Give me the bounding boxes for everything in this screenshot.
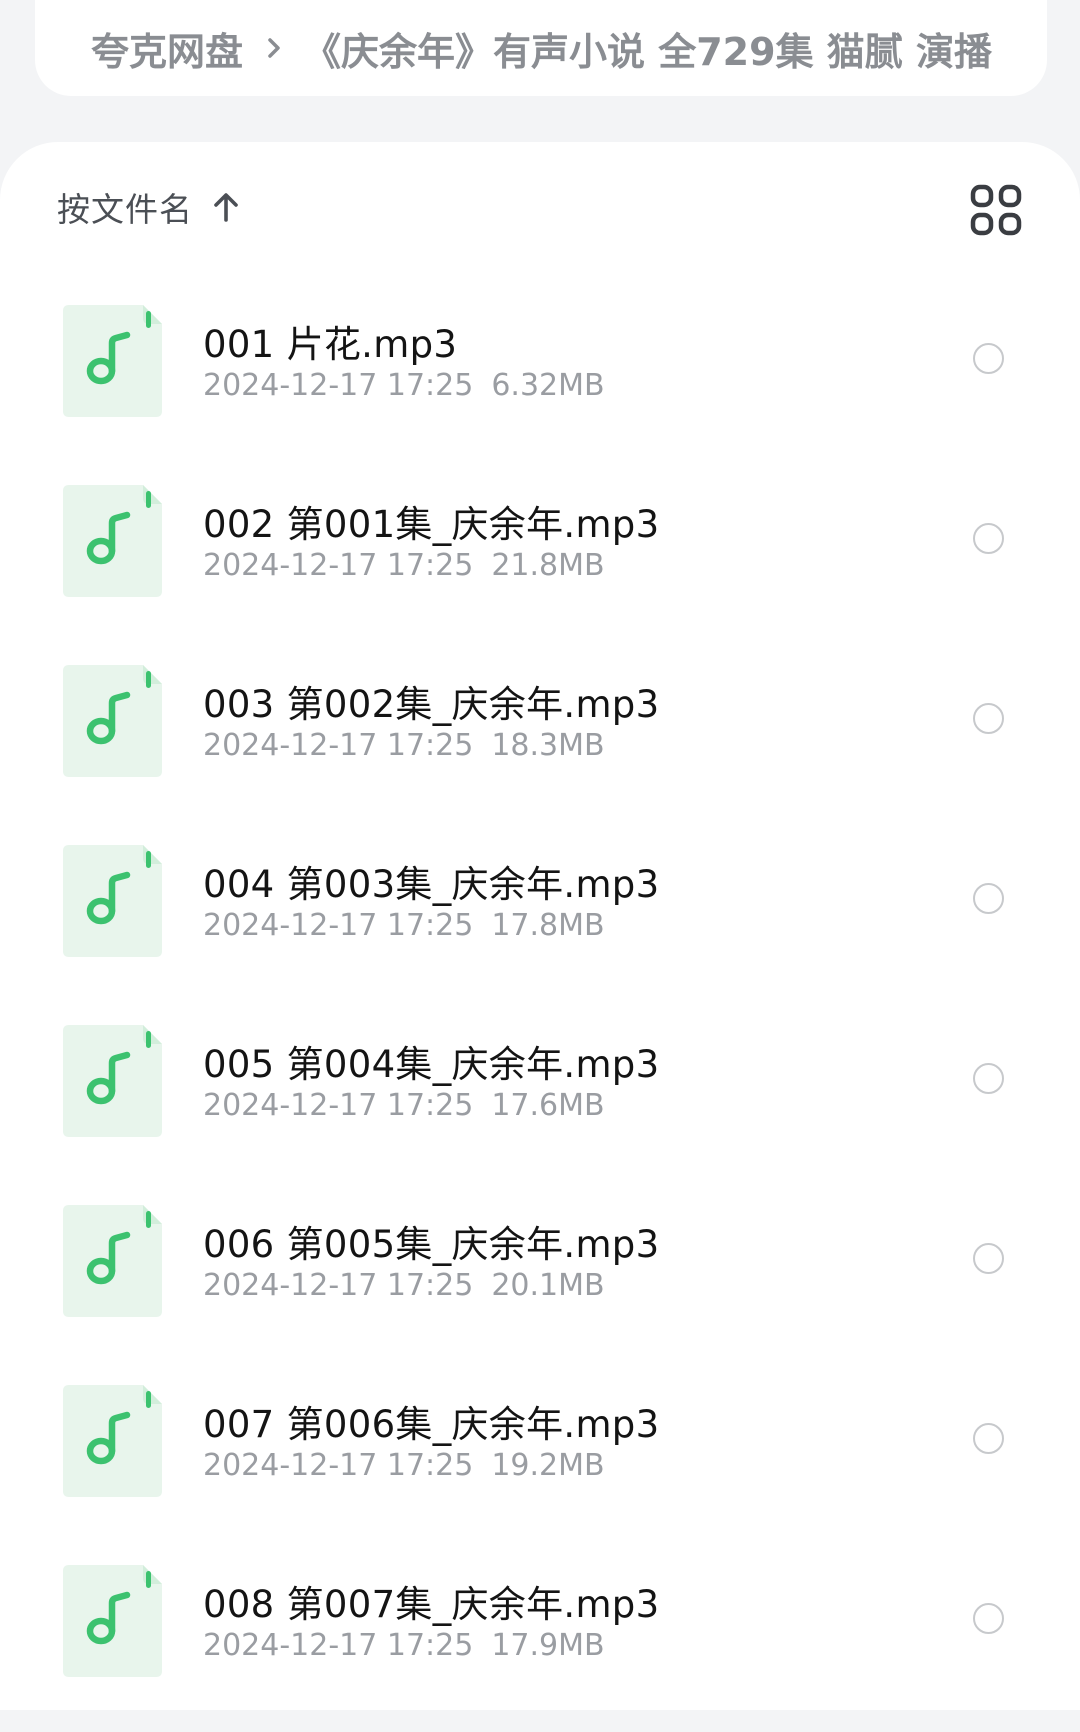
file-name: 007 第006集_庆余年.mp3 <box>203 1403 660 1446</box>
audio-file-icon <box>63 485 162 597</box>
breadcrumb-root-link[interactable]: 夸克网盘 <box>91 21 243 76</box>
audio-file-icon <box>63 1025 162 1137</box>
file-date: 2024-12-17 17:25 <box>203 1628 474 1663</box>
select-radio[interactable] <box>973 1063 1004 1094</box>
grid-view-icon[interactable] <box>970 184 1022 236</box>
select-radio[interactable] <box>973 1243 1004 1274</box>
file-date: 2024-12-17 17:25 <box>203 368 474 403</box>
audio-file-icon <box>63 1205 162 1317</box>
file-meta: 2024-12-17 17:25 17.6MB <box>203 1088 605 1123</box>
file-name: 001 片花.mp3 <box>203 323 458 366</box>
audio-file-icon <box>63 305 162 417</box>
select-radio[interactable] <box>973 523 1004 554</box>
file-size: 17.8MB <box>491 908 605 943</box>
list-toolbar: 按文件名 <box>0 142 1080 272</box>
sort-by-name-button[interactable]: 按文件名 <box>57 182 239 232</box>
file-name: 002 第001集_庆余年.mp3 <box>203 503 660 546</box>
select-radio[interactable] <box>973 1423 1004 1454</box>
file-meta: 2024-12-17 17:25 18.3MB <box>203 728 605 763</box>
select-radio[interactable] <box>973 703 1004 734</box>
file-size: 17.6MB <box>491 1088 605 1123</box>
file-row[interactable]: 006 第005集_庆余年.mp3 2024-12-17 17:25 20.1MB <box>0 1192 1080 1372</box>
audio-file-icon <box>63 1565 162 1677</box>
file-date: 2024-12-17 17:25 <box>203 1448 474 1483</box>
breadcrumb-current-folder: 《庆余年》有声小说 全729集 猫腻 演播 <box>303 29 993 74</box>
audio-file-icon <box>63 1385 162 1497</box>
chevron-right-icon <box>267 36 281 60</box>
file-size: 6.32MB <box>491 368 605 403</box>
file-date: 2024-12-17 17:25 <box>203 548 474 583</box>
file-date: 2024-12-17 17:25 <box>203 728 474 763</box>
file-size: 17.9MB <box>491 1628 605 1663</box>
file-row[interactable]: 001 片花.mp3 2024-12-17 17:25 6.32MB <box>0 292 1080 472</box>
select-radio[interactable] <box>973 883 1004 914</box>
file-row[interactable]: 007 第006集_庆余年.mp3 2024-12-17 17:25 19.2MB <box>0 1372 1080 1552</box>
file-size: 21.8MB <box>491 548 605 583</box>
file-size: 18.3MB <box>491 728 605 763</box>
file-meta: 2024-12-17 17:25 19.2MB <box>203 1448 605 1483</box>
file-meta: 2024-12-17 17:25 21.8MB <box>203 548 605 583</box>
sort-label: 按文件名 <box>57 190 193 229</box>
file-list: 001 片花.mp3 2024-12-17 17:25 6.32MB 002 第001… <box>0 292 1080 1732</box>
file-name: 005 第004集_庆余年.mp3 <box>203 1043 660 1086</box>
file-name: 006 第005集_庆余年.mp3 <box>203 1223 660 1266</box>
file-name: 003 第002集_庆余年.mp3 <box>203 683 660 726</box>
file-row[interactable]: 008 第007集_庆余年.mp3 2024-12-17 17:25 17.9MB <box>0 1552 1080 1732</box>
breadcrumb: 夸克网盘 《庆余年》有声小说 全729集 猫腻 演播 <box>35 0 1047 96</box>
file-meta: 2024-12-17 17:25 20.1MB <box>203 1268 605 1303</box>
file-meta: 2024-12-17 17:25 17.8MB <box>203 908 605 943</box>
file-size: 20.1MB <box>491 1268 605 1303</box>
file-date: 2024-12-17 17:25 <box>203 1088 474 1123</box>
file-name: 008 第007集_庆余年.mp3 <box>203 1583 660 1626</box>
file-row[interactable]: 003 第002集_庆余年.mp3 2024-12-17 17:25 18.3MB <box>0 652 1080 832</box>
file-date: 2024-12-17 17:25 <box>203 908 474 943</box>
file-size: 19.2MB <box>491 1448 605 1483</box>
file-row[interactable]: 004 第003集_庆余年.mp3 2024-12-17 17:25 17.8MB <box>0 832 1080 1012</box>
arrow-up-icon <box>213 192 239 222</box>
file-panel: 按文件名 001 片花.mp3 2024-12-17 17:25 6.32MB 002… <box>0 142 1080 1710</box>
audio-file-icon <box>63 845 162 957</box>
file-meta: 2024-12-17 17:25 6.32MB <box>203 368 605 403</box>
file-name: 004 第003集_庆余年.mp3 <box>203 863 660 906</box>
select-radio[interactable] <box>973 343 1004 374</box>
select-radio[interactable] <box>973 1603 1004 1634</box>
file-row[interactable]: 002 第001集_庆余年.mp3 2024-12-17 17:25 21.8MB <box>0 472 1080 652</box>
file-row[interactable]: 005 第004集_庆余年.mp3 2024-12-17 17:25 17.6MB <box>0 1012 1080 1192</box>
audio-file-icon <box>63 665 162 777</box>
file-meta: 2024-12-17 17:25 17.9MB <box>203 1628 605 1663</box>
file-date: 2024-12-17 17:25 <box>203 1268 474 1303</box>
